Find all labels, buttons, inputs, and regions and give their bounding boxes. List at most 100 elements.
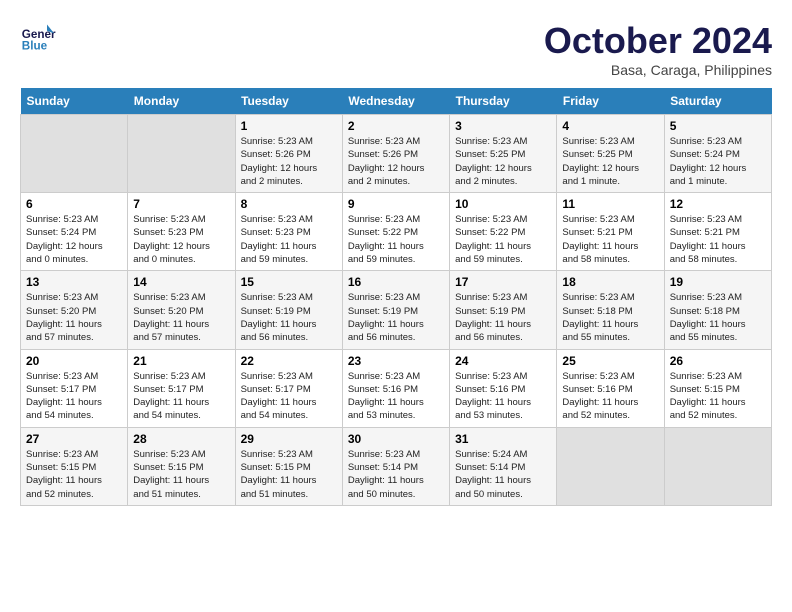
day-detail: Sunrise: 5:23 AM Sunset: 5:18 PM Dayligh… <box>562 291 658 344</box>
day-number: 19 <box>670 275 766 289</box>
day-number: 29 <box>241 432 337 446</box>
day-detail: Sunrise: 5:24 AM Sunset: 5:14 PM Dayligh… <box>455 448 551 501</box>
calendar-cell: 20 Sunrise: 5:23 AM Sunset: 5:17 PM Dayli… <box>21 349 128 427</box>
day-detail: Sunrise: 5:23 AM Sunset: 5:17 PM Dayligh… <box>26 370 122 423</box>
day-detail: Sunrise: 5:23 AM Sunset: 5:21 PM Dayligh… <box>670 213 766 266</box>
calendar-cell: 18Sunrise: 5:23 AM Sunset: 5:18 PM Dayli… <box>557 271 664 349</box>
day-number: 11 <box>562 197 658 211</box>
calendar-cell: 25 Sunrise: 5:23 AM Sunset: 5:16 PM Dayli… <box>557 349 664 427</box>
day-detail: Sunrise: 5:23 AM Sunset: 5:14 PM Dayligh… <box>348 448 444 501</box>
day-detail: Sunrise: 5:23 AM Sunset: 5:22 PM Dayligh… <box>455 213 551 266</box>
calendar-cell: 23Sunrise: 5:23 AM Sunset: 5:16 PM Dayli… <box>342 349 449 427</box>
calendar-cell: 8 Sunrise: 5:23 AM Sunset: 5:23 PM Daylig… <box>235 193 342 271</box>
calendar-cell: 10 Sunrise: 5:23 AM Sunset: 5:22 PM Dayli… <box>450 193 557 271</box>
location-subtitle: Basa, Caraga, Philippines <box>544 62 772 78</box>
day-number: 14 <box>133 275 229 289</box>
weekday-header-sunday: Sunday <box>21 88 128 115</box>
calendar-cell: 12 Sunrise: 5:23 AM Sunset: 5:21 PM Dayli… <box>664 193 771 271</box>
calendar-cell: 5Sunrise: 5:23 AM Sunset: 5:24 PM Daylig… <box>664 115 771 193</box>
day-detail: Sunrise: 5:23 AM Sunset: 5:24 PM Dayligh… <box>26 213 122 266</box>
day-detail: Sunrise: 5:23 AM Sunset: 5:25 PM Dayligh… <box>455 135 551 188</box>
calendar-cell <box>664 427 771 505</box>
calendar-cell: 14Sunrise: 5:23 AM Sunset: 5:20 PM Dayli… <box>128 271 235 349</box>
calendar-cell: 30 Sunrise: 5:23 AM Sunset: 5:14 PM Dayli… <box>342 427 449 505</box>
day-number: 28 <box>133 432 229 446</box>
day-detail: Sunrise: 5:23 AM Sunset: 5:23 PM Dayligh… <box>241 213 337 266</box>
calendar-cell: 28 Sunrise: 5:23 AM Sunset: 5:15 PM Dayli… <box>128 427 235 505</box>
calendar-cell: 4 Sunrise: 5:23 AM Sunset: 5:25 PM Daylig… <box>557 115 664 193</box>
week-row-4: 20 Sunrise: 5:23 AM Sunset: 5:17 PM Dayli… <box>21 349 772 427</box>
day-number: 25 <box>562 354 658 368</box>
weekday-header-saturday: Saturday <box>664 88 771 115</box>
calendar-cell: 13Sunrise: 5:23 AM Sunset: 5:20 PM Dayli… <box>21 271 128 349</box>
calendar-cell: 9Sunrise: 5:23 AM Sunset: 5:22 PM Daylig… <box>342 193 449 271</box>
calendar-cell: 7 Sunrise: 5:23 AM Sunset: 5:23 PM Daylig… <box>128 193 235 271</box>
day-number: 27 <box>26 432 122 446</box>
day-number: 23 <box>348 354 444 368</box>
day-number: 9 <box>348 197 444 211</box>
day-number: 8 <box>241 197 337 211</box>
day-number: 30 <box>348 432 444 446</box>
weekday-header-tuesday: Tuesday <box>235 88 342 115</box>
day-number: 12 <box>670 197 766 211</box>
day-number: 1 <box>241 119 337 133</box>
calendar-cell: 16 Sunrise: 5:23 AM Sunset: 5:19 PM Dayli… <box>342 271 449 349</box>
calendar-cell: 26Sunrise: 5:23 AM Sunset: 5:15 PM Dayli… <box>664 349 771 427</box>
day-number: 21 <box>133 354 229 368</box>
day-detail: Sunrise: 5:23 AM Sunset: 5:15 PM Dayligh… <box>26 448 122 501</box>
calendar-cell: 1 Sunrise: 5:23 AM Sunset: 5:26 PM Daylig… <box>235 115 342 193</box>
calendar-cell: 3 Sunrise: 5:23 AM Sunset: 5:25 PM Daylig… <box>450 115 557 193</box>
calendar-cell: 27 Sunrise: 5:23 AM Sunset: 5:15 PM Dayli… <box>21 427 128 505</box>
calendar-cell: 19Sunrise: 5:23 AM Sunset: 5:18 PM Dayli… <box>664 271 771 349</box>
weekday-header-friday: Friday <box>557 88 664 115</box>
day-detail: Sunrise: 5:23 AM Sunset: 5:15 PM Dayligh… <box>241 448 337 501</box>
day-number: 7 <box>133 197 229 211</box>
day-number: 3 <box>455 119 551 133</box>
weekday-header-row: SundayMondayTuesdayWednesdayThursdayFrid… <box>21 88 772 115</box>
day-detail: Sunrise: 5:23 AM Sunset: 5:23 PM Dayligh… <box>133 213 229 266</box>
weekday-header-wednesday: Wednesday <box>342 88 449 115</box>
day-detail: Sunrise: 5:23 AM Sunset: 5:19 PM Dayligh… <box>348 291 444 344</box>
day-detail: Sunrise: 5:23 AM Sunset: 5:21 PM Dayligh… <box>562 213 658 266</box>
calendar-cell: 15 Sunrise: 5:23 AM Sunset: 5:19 PM Dayli… <box>235 271 342 349</box>
week-row-3: 13Sunrise: 5:23 AM Sunset: 5:20 PM Dayli… <box>21 271 772 349</box>
day-number: 17 <box>455 275 551 289</box>
calendar-cell <box>557 427 664 505</box>
day-number: 20 <box>26 354 122 368</box>
day-number: 22 <box>241 354 337 368</box>
day-detail: Sunrise: 5:23 AM Sunset: 5:15 PM Dayligh… <box>133 448 229 501</box>
day-number: 2 <box>348 119 444 133</box>
day-detail: Sunrise: 5:23 AM Sunset: 5:16 PM Dayligh… <box>562 370 658 423</box>
calendar-cell <box>128 115 235 193</box>
calendar-cell: 6 Sunrise: 5:23 AM Sunset: 5:24 PM Daylig… <box>21 193 128 271</box>
month-title: October 2024 <box>544 20 772 62</box>
calendar-cell: 21 Sunrise: 5:23 AM Sunset: 5:17 PM Dayli… <box>128 349 235 427</box>
day-detail: Sunrise: 5:23 AM Sunset: 5:19 PM Dayligh… <box>241 291 337 344</box>
calendar-cell: 17Sunrise: 5:23 AM Sunset: 5:19 PM Dayli… <box>450 271 557 349</box>
title-area: October 2024 Basa, Caraga, Philippines <box>544 20 772 78</box>
day-number: 4 <box>562 119 658 133</box>
week-row-2: 6 Sunrise: 5:23 AM Sunset: 5:24 PM Daylig… <box>21 193 772 271</box>
logo: General Blue <box>20 20 56 56</box>
calendar-table: SundayMondayTuesdayWednesdayThursdayFrid… <box>20 88 772 506</box>
weekday-header-monday: Monday <box>128 88 235 115</box>
week-row-1: 1 Sunrise: 5:23 AM Sunset: 5:26 PM Daylig… <box>21 115 772 193</box>
day-number: 6 <box>26 197 122 211</box>
day-detail: Sunrise: 5:23 AM Sunset: 5:24 PM Dayligh… <box>670 135 766 188</box>
day-number: 10 <box>455 197 551 211</box>
calendar-cell: 2 Sunrise: 5:23 AM Sunset: 5:26 PM Daylig… <box>342 115 449 193</box>
day-number: 13 <box>26 275 122 289</box>
day-detail: Sunrise: 5:23 AM Sunset: 5:26 PM Dayligh… <box>241 135 337 188</box>
day-detail: Sunrise: 5:23 AM Sunset: 5:16 PM Dayligh… <box>455 370 551 423</box>
day-detail: Sunrise: 5:23 AM Sunset: 5:17 PM Dayligh… <box>241 370 337 423</box>
weekday-header-thursday: Thursday <box>450 88 557 115</box>
calendar-cell: 22 Sunrise: 5:23 AM Sunset: 5:17 PM Dayli… <box>235 349 342 427</box>
header: General Blue October 2024 Basa, Caraga, … <box>20 20 772 78</box>
day-number: 16 <box>348 275 444 289</box>
day-number: 15 <box>241 275 337 289</box>
day-detail: Sunrise: 5:23 AM Sunset: 5:17 PM Dayligh… <box>133 370 229 423</box>
day-detail: Sunrise: 5:23 AM Sunset: 5:25 PM Dayligh… <box>562 135 658 188</box>
logo-icon: General Blue <box>20 20 56 56</box>
day-detail: Sunrise: 5:23 AM Sunset: 5:26 PM Dayligh… <box>348 135 444 188</box>
week-row-5: 27 Sunrise: 5:23 AM Sunset: 5:15 PM Dayli… <box>21 427 772 505</box>
